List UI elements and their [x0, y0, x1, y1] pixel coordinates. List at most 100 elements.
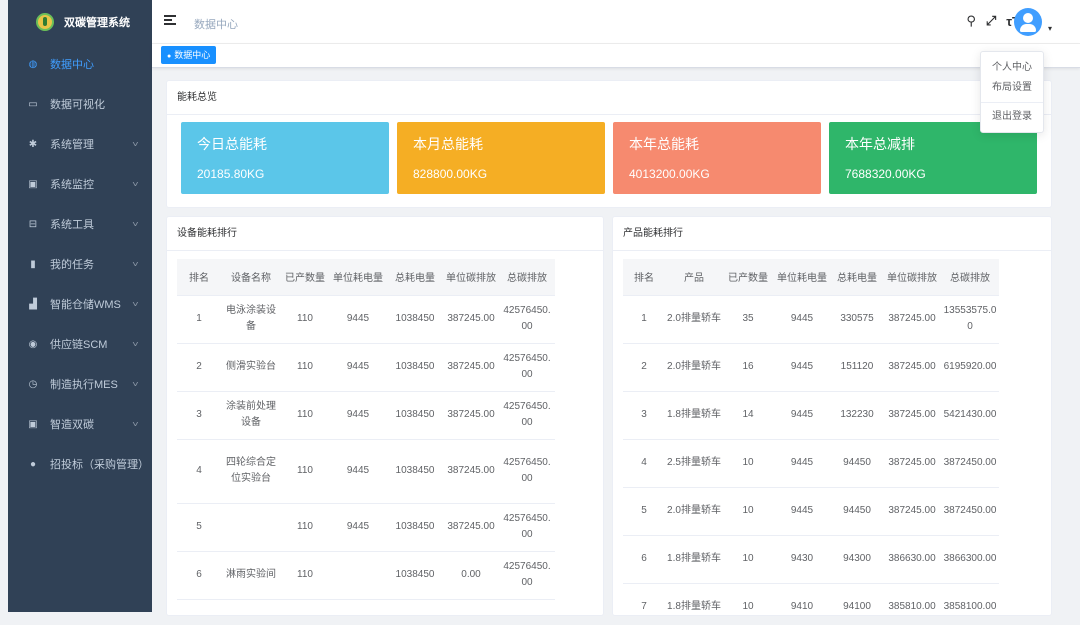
table-cell: 10 — [723, 487, 773, 536]
table-cell: 四轮综合定位实验台 — [221, 439, 281, 504]
table-cell: 1038450 — [387, 343, 443, 392]
stat-value: 20185.80KG — [197, 167, 265, 181]
sidebar-item-1[interactable]: ▭ 数据可视化 — [8, 84, 152, 124]
sidebar-item-label: 系统管理 — [50, 139, 94, 151]
table-cell: 387245.00 — [883, 391, 941, 440]
table-cell: 387245.00 — [443, 391, 499, 440]
table-cell: 1038450 — [387, 439, 443, 504]
table-cell: 9445 — [329, 439, 387, 504]
table-row[interactable]: 4 四轮综合定位实验台 110 9445 1038450 387245.00 4257645… — [177, 439, 555, 504]
column-header: 已产数量 — [723, 259, 773, 296]
table-row[interactable]: 6 1.8排量轿车 10 9430 94300 386630.00 3866300.00 — [623, 535, 999, 584]
table-cell: 1.8排量轿车 — [665, 391, 723, 440]
table-cell: 1038450 — [387, 599, 443, 615]
caret-down-icon[interactable]: ▾ — [1048, 24, 1052, 33]
table-cell: 35 — [723, 295, 773, 344]
table-cell: 42576450.00 — [499, 295, 555, 344]
sidebar-item-0[interactable]: ◍ 数据中心 — [8, 44, 152, 84]
tags-view: 数据中心 — [152, 44, 1080, 68]
table-row[interactable]: 4 2.5排量轿车 10 9445 94450 387245.00 3872450.00 — [623, 439, 999, 488]
equipment-ranking-card: 设备能耗排行 排名 设备名称 已产数量 单位耗电量 总耗电量 单位碳排放 总碳排放 1 电泳涂装… — [166, 216, 604, 616]
tag-data-center[interactable]: 数据中心 — [161, 46, 217, 64]
sidebar-item-2[interactable]: ✱ 系统管理 ˅ — [8, 124, 152, 164]
fullscreen-icon[interactable]: ⤢ — [986, 13, 996, 29]
table-row[interactable]: 3 1.8排量轿车 14 9445 132230 387245.00 5421430.00 — [623, 391, 999, 440]
table-cell: 9445 — [773, 391, 831, 440]
hamburger-icon[interactable] — [164, 15, 176, 26]
table-row[interactable]: 5 110 9445 1038450 387245.00 42576450.00 — [177, 503, 555, 552]
table-row[interactable]: 6 淋雨实验间 110 1038450 0.00 42576450.00 — [177, 551, 555, 600]
table-row[interactable]: 7压合机器11094451038450387245.0042576450. — [177, 599, 555, 615]
table-cell: 7 — [623, 583, 665, 615]
menu-item-profile[interactable]: 个人中心 — [981, 58, 1043, 78]
logo[interactable]: 双碳管理系统 — [8, 0, 152, 44]
table-cell: 387245.00 — [883, 343, 941, 392]
menu-item-layout-settings[interactable]: 布局设置 — [981, 78, 1043, 98]
table-header-row: 排名 产品 已产数量 单位耗电量 总耗电量 单位碳排放 总碳排放 — [623, 259, 999, 296]
table-cell: 13553575.00 — [941, 295, 999, 344]
table-cell: 3 — [623, 391, 665, 440]
sidebar-item-3[interactable]: ▣ 系统监控 ˅ — [8, 164, 152, 204]
sidebar-item-9[interactable]: ▣ 智造双碳 ˅ — [8, 404, 152, 444]
stat-label: 本年总能耗 — [629, 136, 699, 152]
table-cell: 9445 — [329, 295, 387, 344]
table-cell: 1038450 — [387, 295, 443, 344]
table-row[interactable]: 2 侧滑实验台 110 9445 1038450 387245.00 42576450.00 — [177, 343, 555, 392]
sidebar-item-8[interactable]: ◷ 制造执行MES ˅ — [8, 364, 152, 404]
equipment-ranking-title: 设备能耗排行 — [167, 217, 603, 251]
table-cell: 9445 — [329, 343, 387, 392]
product-ranking-table: 排名 产品 已产数量 单位耗电量 总耗电量 单位碳排放 总碳排放 1 2.0排量轿车 35 9445… — [623, 259, 999, 615]
table-cell: 9430 — [773, 535, 831, 584]
table-cell: 10 — [723, 439, 773, 488]
table-row[interactable]: 1 2.0排量轿车 35 9445 330575 387245.00 13553575.00 — [623, 295, 999, 344]
table-cell: 5 — [177, 503, 221, 552]
table-cell: 9445 — [773, 487, 831, 536]
breadcrumb[interactable]: 数据中心 — [194, 16, 238, 32]
table-cell: 110 — [281, 599, 329, 615]
sidebar-item-5[interactable]: ▮ 我的任务 ˅ — [8, 244, 152, 284]
sidebar-item-7[interactable]: ◉ 供应链SCM ˅ — [8, 324, 152, 364]
menu-item-logout[interactable]: 退出登录 — [981, 107, 1043, 127]
column-header: 排名 — [623, 259, 665, 296]
product-ranking-card: 产品能耗排行 排名 产品 已产数量 单位耗电量 总耗电量 单位碳排放 总碳排放 1 2.0排量轿… — [612, 216, 1052, 616]
table-row[interactable]: 2 2.0排量轿车 16 9445 151120 387245.00 6195920.00 — [623, 343, 999, 392]
chevron-down-icon: ˅ — [132, 259, 139, 269]
table-cell: 9445 — [773, 295, 831, 344]
table-cell: 2.0排量轿车 — [665, 343, 723, 392]
table-cell: 3872450.00 — [941, 487, 999, 536]
task-icon: ▮ — [30, 258, 36, 270]
table-cell: 压合机器 — [221, 599, 281, 615]
table-cell: 淋雨实验间 — [221, 551, 281, 600]
sidebar-item-6[interactable]: ▟ 智能仓储WMS ˅ — [8, 284, 152, 324]
table-cell: 6 — [177, 551, 221, 600]
table-cell: 10 — [723, 583, 773, 615]
table-cell: 16 — [723, 343, 773, 392]
table-row[interactable]: 1 电泳涂装设备 110 9445 1038450 387245.00 42576450.0… — [177, 295, 555, 344]
chevron-down-icon: ˅ — [132, 299, 139, 309]
chevron-down-icon: ˅ — [132, 379, 139, 389]
table-cell: 4 — [623, 439, 665, 488]
table-row[interactable]: 3 涂装前处理设备 110 9445 1038450 387245.00 42576450.… — [177, 391, 555, 440]
table-cell: 110 — [281, 343, 329, 392]
table-cell: 386630.00 — [883, 535, 941, 584]
column-header: 单位耗电量 — [773, 259, 831, 296]
table-cell: 387245.00 — [443, 599, 499, 615]
chevron-down-icon: ˅ — [132, 339, 139, 349]
table-row[interactable]: 7 1.8排量轿车 10 9410 94100 385810.00 3858100.00 — [623, 583, 999, 615]
table-cell: 42576450.00 — [499, 343, 555, 392]
navbar: 数据中心 ⚲ ⤢ τT ▾ — [152, 0, 1080, 44]
user-avatar-icon[interactable] — [1014, 8, 1042, 36]
table-cell: 1.8排量轿车 — [665, 583, 723, 615]
table-cell: 9445 — [773, 343, 831, 392]
sidebar-item-4[interactable]: ⊟ 系统工具 ˅ — [8, 204, 152, 244]
table-cell: 7 — [177, 599, 221, 615]
stat-card: 本月总能耗 828800.00KG — [397, 122, 605, 194]
search-icon[interactable]: ⚲ — [966, 13, 976, 29]
table-cell: 110 — [281, 391, 329, 440]
table-header-row: 排名 设备名称 已产数量 单位耗电量 总耗电量 单位碳排放 总碳排放 — [177, 259, 555, 296]
table-cell: 5421430.00 — [941, 391, 999, 440]
sidebar-item-10[interactable]: ● 招投标（采购管理） ˅ — [8, 444, 152, 484]
table-row[interactable]: 5 2.0排量轿车 10 9445 94450 387245.00 3872450.00 — [623, 487, 999, 536]
table-cell: 5 — [623, 487, 665, 536]
column-header: 排名 — [177, 259, 221, 296]
